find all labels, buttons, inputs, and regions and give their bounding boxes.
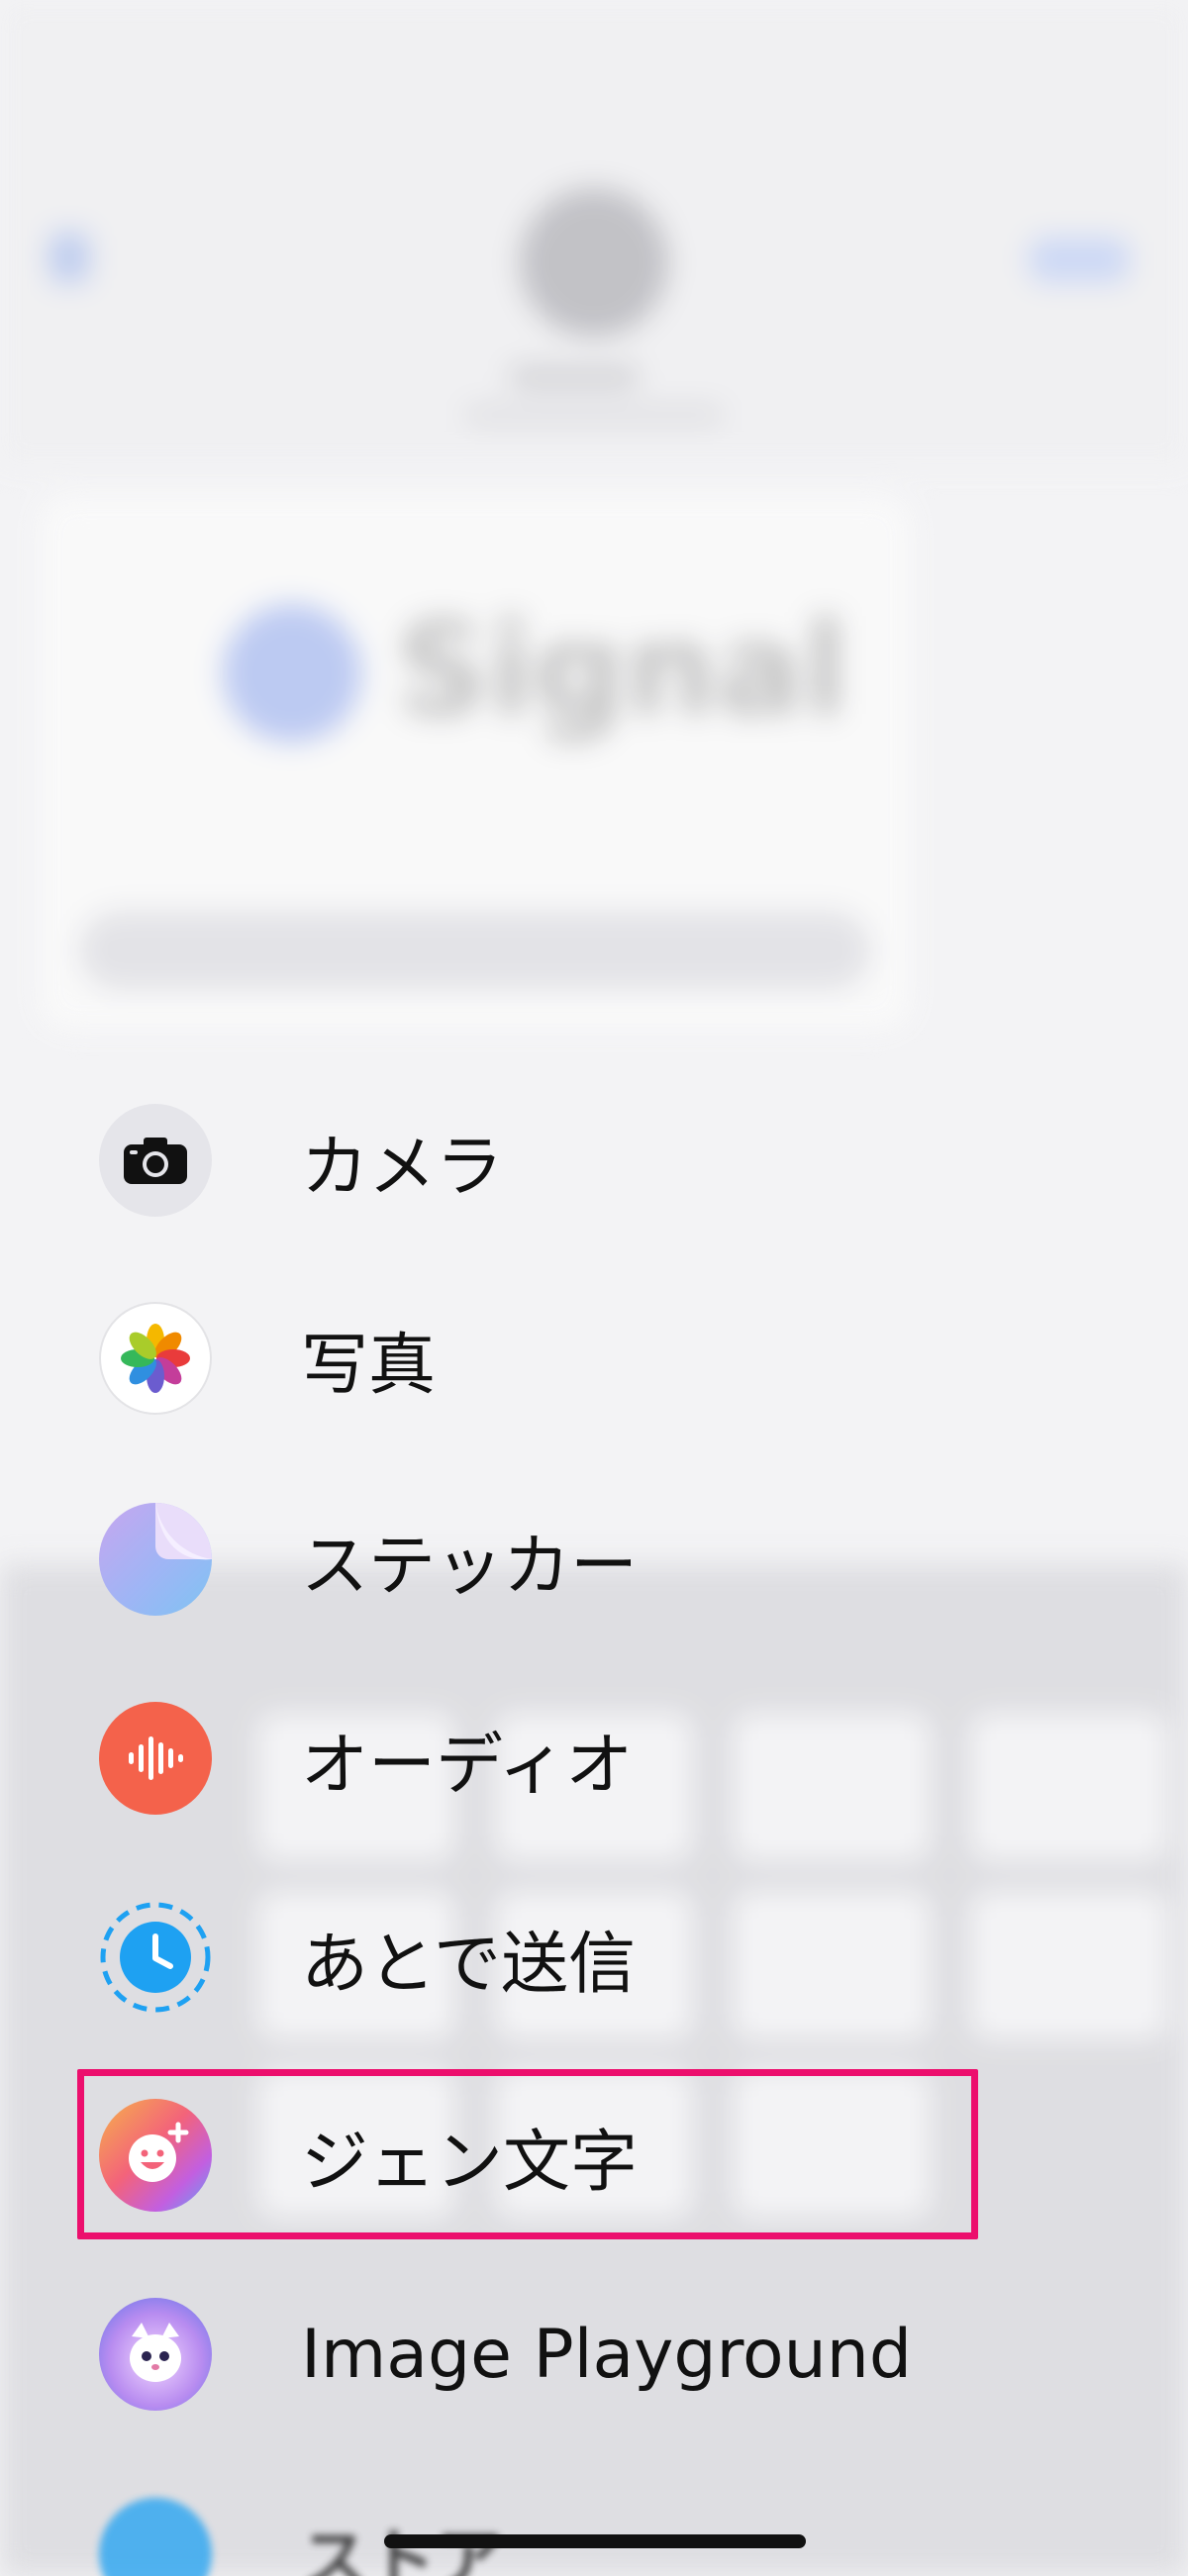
menu-item-label: あとで送信	[301, 1925, 636, 2004]
audio-icon	[99, 1702, 212, 1815]
menu-item-label: Image Playground	[301, 2315, 912, 2394]
menu-item-stickers[interactable]: ステッカー	[99, 1495, 1089, 1624]
menu-item-label: オーディオ	[301, 1726, 634, 1805]
store-icon	[99, 2498, 212, 2576]
photos-icon	[99, 1302, 212, 1415]
camera-icon	[99, 1104, 212, 1217]
menu-item-send-later[interactable]: あとで送信	[99, 1893, 1089, 2022]
stickers-icon	[99, 1503, 212, 1616]
menu-item-image-playground[interactable]: Image Playground	[99, 2290, 1089, 2419]
attachment-menu: カメラ 写真 ステッカー オーディオ あとで送信 ジェン文字 Image Pla…	[0, 0, 1188, 2576]
menu-item-photos[interactable]: 写真	[99, 1294, 1089, 1423]
menu-item-store[interactable]: ストア	[99, 2490, 1089, 2576]
send-later-icon	[99, 1901, 212, 2014]
menu-item-label: ステッカー	[301, 1527, 639, 1606]
menu-item-camera[interactable]: カメラ	[99, 1096, 1089, 1225]
menu-item-audio[interactable]: オーディオ	[99, 1694, 1089, 1823]
highlight-box	[77, 2069, 978, 2239]
menu-item-label: 写真	[301, 1326, 437, 1405]
home-indicator[interactable]	[384, 2534, 806, 2548]
image-playground-icon	[99, 2298, 212, 2411]
menu-item-label: カメラ	[301, 1128, 504, 1207]
